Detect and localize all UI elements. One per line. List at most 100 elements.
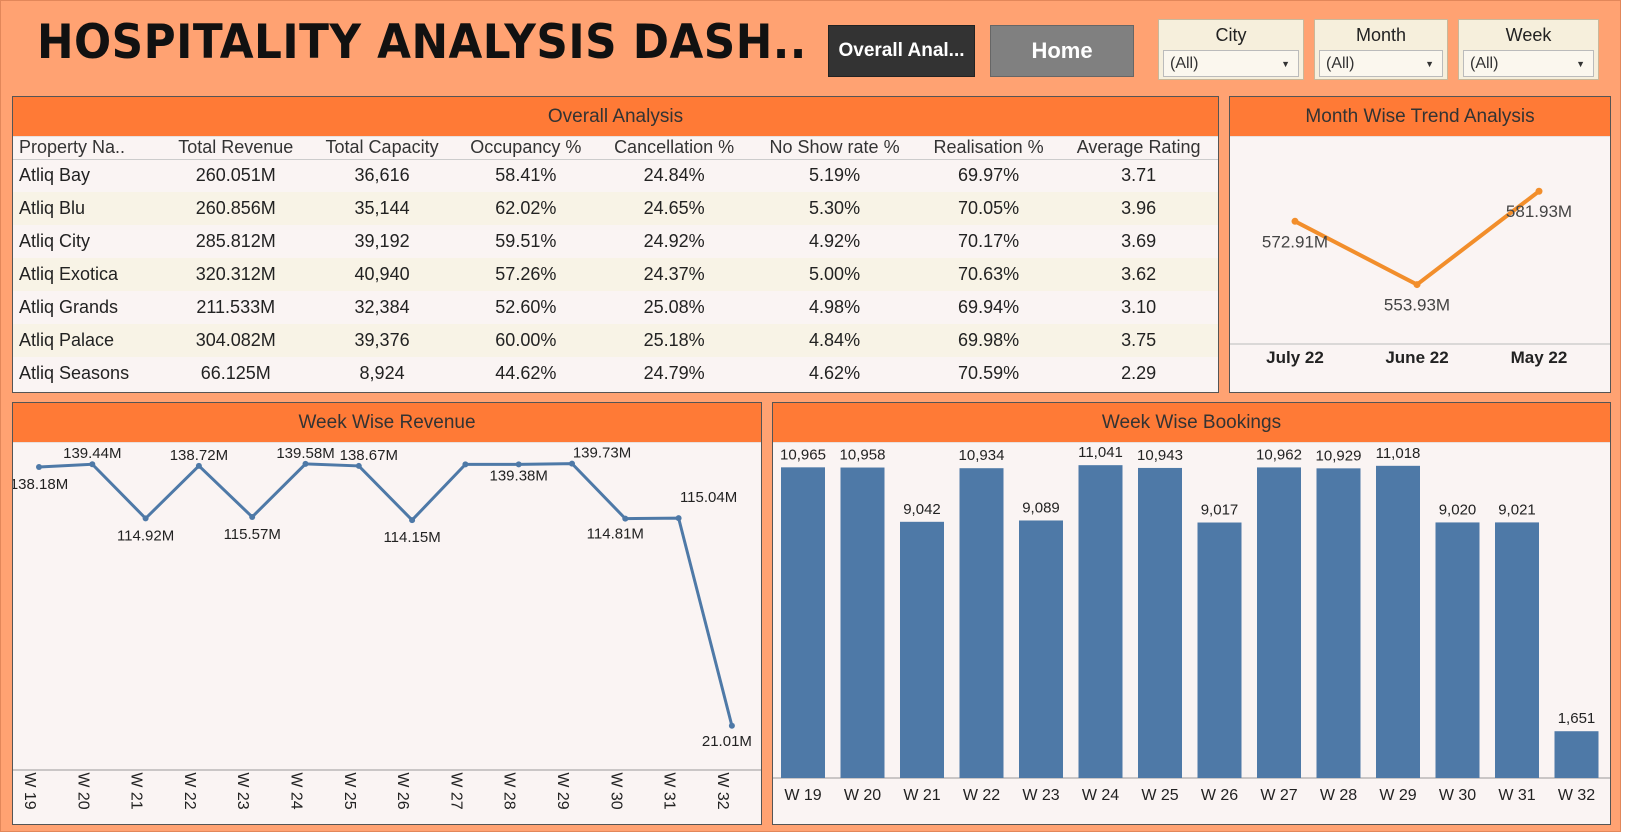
revenue-value-label: 139.44M (63, 445, 121, 462)
revenue-point[interactable] (622, 515, 629, 522)
month-point[interactable] (1291, 217, 1299, 225)
column-header[interactable]: No Show rate % (751, 137, 918, 160)
booking-value-label: 10,965 (780, 446, 826, 463)
booking-bar[interactable] (959, 468, 1004, 778)
table-cell: 4.92% (809, 231, 861, 251)
revenue-point[interactable] (462, 461, 469, 468)
table-cell: 5.00% (751, 258, 918, 291)
month-tick-label: May 22 (1511, 348, 1568, 367)
booking-bar[interactable] (840, 467, 885, 778)
week-tick-label: W 30 (1439, 787, 1476, 804)
booking-value-label: 9,017 (1201, 502, 1239, 519)
column-header[interactable]: Realisation % (917, 137, 1060, 160)
table-cell: 24.92% (643, 231, 705, 251)
booking-bar[interactable] (900, 521, 944, 778)
month-filter-select[interactable]: (All) ▼ (1319, 50, 1443, 77)
overall-analysis-table: Property Na.. Total Revenue Total Capacity… (13, 137, 1218, 390)
table-cell: 25.08% (643, 297, 705, 317)
booking-bar[interactable] (1197, 522, 1242, 778)
table-cell: 3.62 (1059, 258, 1218, 291)
table-cell: 320.312M (161, 258, 310, 291)
revenue-value-label: 138.72M (170, 447, 228, 464)
column-header[interactable]: Cancellation % (597, 137, 752, 160)
table-cell: 24.84% (643, 165, 705, 186)
table-cell: 3.71 (1121, 165, 1157, 186)
table-cell: Atliq Grands (19, 297, 119, 317)
table-row: Atliq Palace 304.082M 39,376 60.00% 25.18% 4.… (13, 324, 1218, 357)
table-cell: 39,376 (309, 324, 455, 357)
column-header[interactable]: Occupancy % (454, 137, 598, 160)
revenue-value-label: 139.73M (573, 445, 631, 462)
table-cell: 32,384 (354, 297, 410, 317)
table-cell: 3.96 (1059, 192, 1218, 225)
table-cell: Atliq City (19, 231, 91, 251)
month-point[interactable] (1535, 187, 1543, 195)
week-tick-label: W 27 (447, 772, 464, 809)
revenue-point[interactable] (728, 722, 735, 729)
table-cell: 62.02% (454, 192, 598, 225)
revenue-point[interactable] (36, 464, 42, 471)
column-header[interactable]: Total Capacity (309, 137, 455, 160)
booking-bar[interactable] (1554, 731, 1599, 778)
revenue-value-label: 114.92M (117, 527, 174, 544)
week-filter-select[interactable]: (All) ▼ (1463, 50, 1594, 77)
table-cell: 4.84% (751, 324, 918, 357)
month-trend-line (1294, 189, 1541, 287)
month-value-label: 581.93M (1506, 202, 1572, 221)
revenue-point[interactable] (142, 515, 149, 522)
table-cell: 24.37% (597, 258, 752, 291)
table-cell: 57.26% (454, 258, 598, 291)
city-filter-label: City (1215, 25, 1247, 45)
week-tick-label: W 32 (714, 772, 731, 809)
revenue-point[interactable] (675, 515, 682, 522)
booking-value-label: 11,018 (1376, 445, 1421, 462)
booking-value-label: 10,934 (959, 447, 1005, 464)
booking-value-label: 9,042 (903, 501, 941, 518)
booking-bar[interactable] (1495, 522, 1539, 778)
month-trend-panel: Month Wise Trend Analysis 572.91M July 22… (1229, 96, 1611, 393)
chevron-down-icon: ▼ (1425, 59, 1434, 69)
week-tick-label: W 32 (1558, 787, 1595, 804)
table-cell: 4.98% (809, 297, 861, 317)
table-cell: 36,616 (354, 165, 410, 186)
table-cell: 285.812M (195, 231, 276, 251)
column-header[interactable]: Total Revenue (161, 137, 310, 160)
column-header[interactable]: Property Na.. (13, 137, 162, 160)
month-trend-title: Month Wise Trend Analysis (1230, 97, 1610, 137)
week-tick-label: W 19 (784, 787, 821, 804)
table-cell: 52.60% (495, 297, 557, 317)
week-tick-label: W 20 (74, 772, 91, 809)
city-filter-select[interactable]: (All) ▼ (1163, 50, 1299, 77)
table-cell: 4.62% (809, 363, 861, 383)
week-tick-label: W 23 (1022, 787, 1059, 804)
column-header[interactable]: Average Rating (1059, 137, 1218, 160)
table-cell: 2.29 (1121, 363, 1157, 383)
booking-bar[interactable] (781, 467, 825, 778)
booking-bar[interactable] (1019, 520, 1063, 778)
month-filter-label: Month (1355, 25, 1407, 45)
week-tick-label: W 23 (234, 772, 251, 809)
week-revenue-chart: 138.18M W 19 139.44M W 20 114.92M W 21 138.72M… (10, 445, 761, 810)
booking-bar[interactable] (1257, 467, 1301, 778)
city-filter-value: (All) (1170, 55, 1199, 72)
week-bookings-title: Week Wise Bookings (773, 403, 1610, 443)
booking-bar[interactable] (1435, 522, 1480, 778)
home-button[interactable]: Home (990, 25, 1134, 77)
table-cell: Atliq Blu (13, 192, 162, 225)
revenue-point[interactable] (409, 517, 416, 524)
month-value-label: 572.91M (1262, 232, 1328, 251)
week-tick-label: W 22 (181, 772, 198, 809)
month-point[interactable] (1413, 281, 1421, 289)
table-cell: 69.97% (958, 165, 1020, 186)
table-cell: 58.41% (495, 165, 557, 186)
booking-bar[interactable] (1376, 465, 1420, 778)
booking-value-label: 9,021 (1498, 501, 1536, 518)
week-tick-label: W 24 (1082, 787, 1119, 804)
booking-bar[interactable] (1138, 467, 1182, 778)
booking-bar[interactable] (1316, 468, 1361, 778)
revenue-value-label: 138.18M (13, 476, 68, 493)
overall-analysis-button[interactable]: Overall Anal... (828, 25, 975, 77)
booking-bar[interactable] (1078, 465, 1123, 778)
table-cell: 8,924 (359, 363, 405, 383)
revenue-point[interactable] (249, 513, 256, 520)
